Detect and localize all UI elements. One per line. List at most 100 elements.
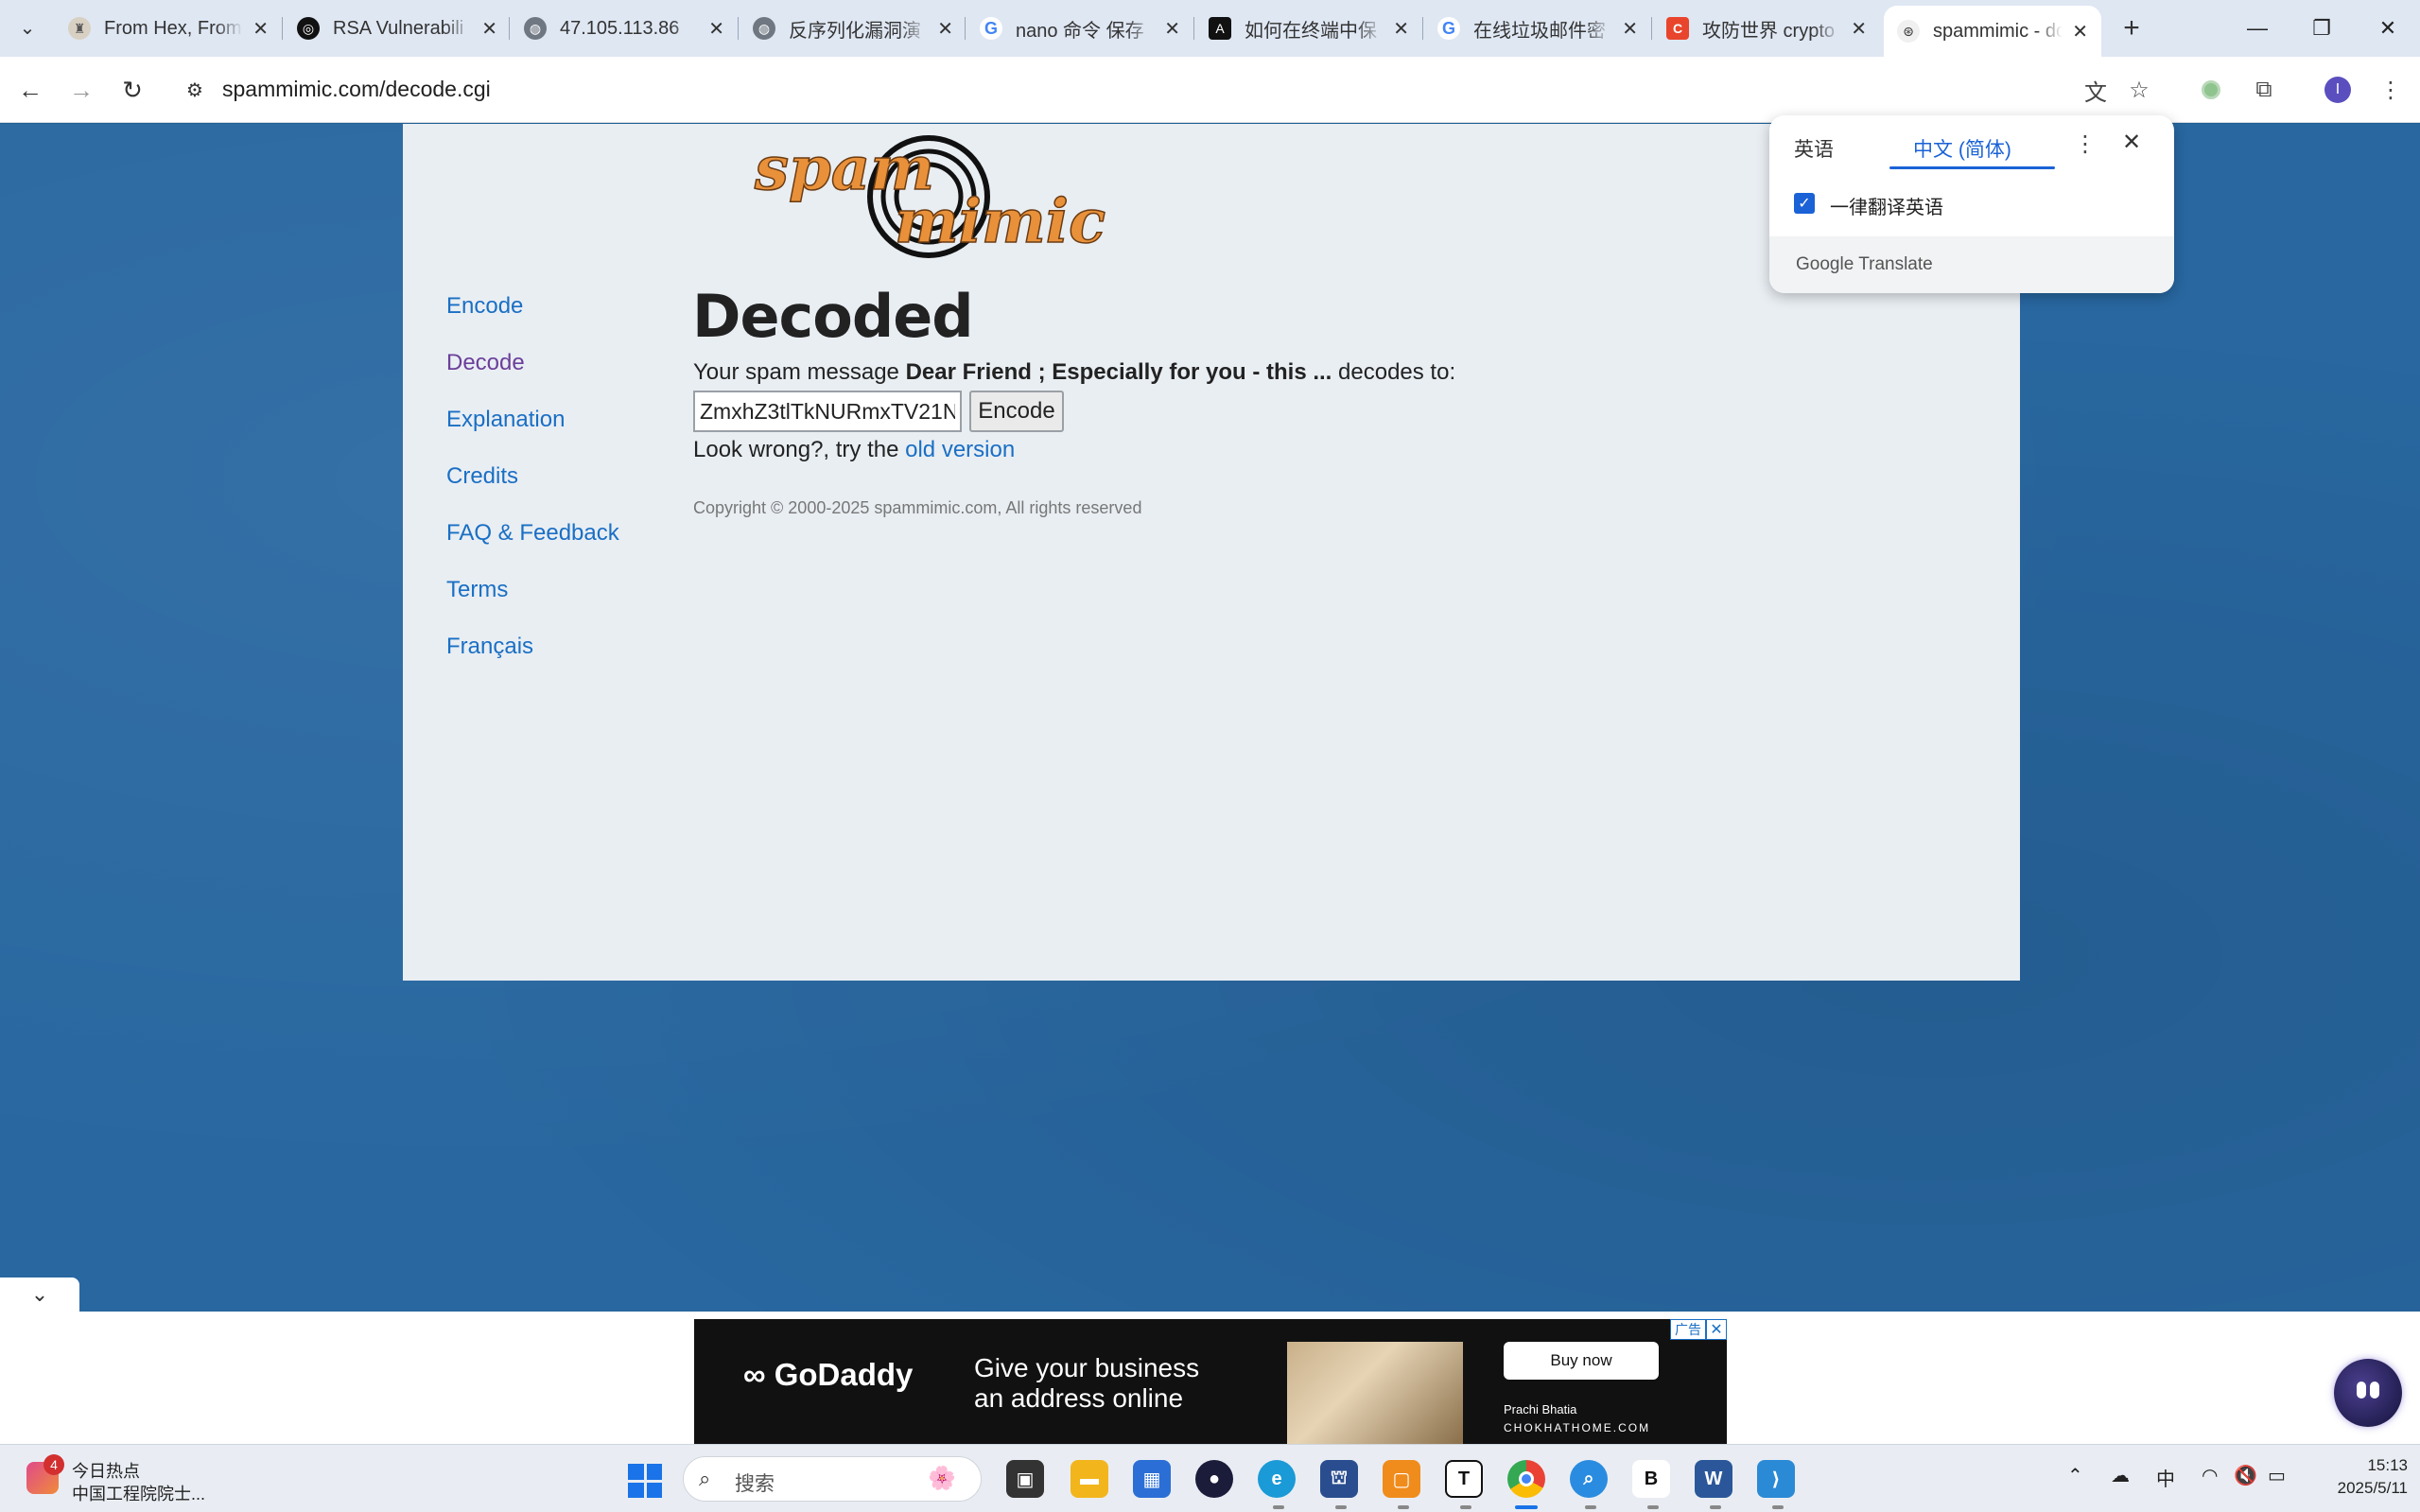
tray-overflow-chevron-icon[interactable]: ⌃ — [2067, 1464, 2083, 1487]
start-button[interactable] — [628, 1464, 662, 1498]
browser-tab-active[interactable]: ⊛ spammimic - dc ✕ — [1884, 6, 2101, 57]
close-icon[interactable]: ✕ — [1851, 17, 1867, 41]
chrome-icon[interactable] — [1507, 1460, 1545, 1498]
close-icon[interactable]: ✕ — [1622, 17, 1638, 41]
translate-close-button[interactable]: ✕ — [2122, 129, 2141, 156]
translate-button[interactable]: 文 — [2077, 71, 2115, 109]
system-clock[interactable]: 15:13 2025/5/11 — [2309, 1454, 2408, 1500]
close-icon[interactable]: ✕ — [708, 17, 724, 41]
a-logo-icon: A — [1209, 17, 1231, 40]
browser-tab[interactable]: ◎ RSA Vulnerabili ✕ — [284, 8, 511, 49]
ad-badge[interactable]: 广告 — [1670, 1319, 1706, 1340]
tab-title: 攻防世界 crypto — [1702, 20, 1836, 42]
tab-separator — [738, 17, 739, 40]
tab-separator — [1651, 17, 1652, 40]
browser-tab[interactable]: G 在线垃圾邮件密 ✕ — [1424, 8, 1651, 49]
taskbar-search[interactable]: ⌕ 搜索 🌸 — [683, 1456, 982, 1502]
forward-button[interactable]: → — [62, 71, 100, 109]
translate-options-button[interactable]: ⋮ — [2074, 130, 2097, 158]
news-widget[interactable]: 4 今日热点 中国工程院院士... — [26, 1454, 216, 1503]
search-app-icon[interactable]: ⌕ — [1570, 1460, 1608, 1498]
ad-collapse-button[interactable]: ⌄ — [0, 1277, 79, 1312]
nav-link-credits[interactable]: Credits — [446, 461, 619, 518]
c-logo-icon: C — [1666, 17, 1689, 40]
close-icon[interactable]: ✕ — [481, 17, 497, 41]
browser-tab[interactable]: ♜ From Hex, From ✕ — [55, 8, 282, 49]
edge-icon[interactable]: e — [1258, 1460, 1296, 1498]
ad-buy-now-button[interactable]: Buy now — [1504, 1342, 1659, 1380]
copyright-notice: Copyright © 2000-2025 spammimic.com, All… — [693, 498, 1142, 517]
close-icon[interactable]: ✕ — [252, 17, 269, 41]
tab-title: 如何在终端中保 — [1245, 20, 1377, 42]
close-icon[interactable]: ✕ — [937, 17, 953, 41]
tab-title: From Hex, From — [104, 17, 242, 39]
browser-tab[interactable]: G nano 命令 保存 ✕ — [966, 8, 1193, 49]
browser-tab[interactable]: ◍ 47.105.113.86 ✕ — [511, 8, 738, 49]
windows-logo-icon — [646, 1482, 662, 1498]
nav-link-terms[interactable]: Terms — [446, 575, 619, 632]
wifi-icon[interactable]: ◠ — [2202, 1464, 2218, 1487]
extension-status-button[interactable] — [2192, 71, 2230, 109]
close-icon: ✕ — [2122, 130, 2142, 155]
tab-target-language[interactable]: 中文 (简体) — [1913, 134, 2011, 163]
onedrive-icon[interactable]: ☁ — [2111, 1464, 2130, 1487]
news-title: 今日热点 — [72, 1462, 140, 1481]
file-explorer-icon[interactable]: ▬ — [1071, 1460, 1108, 1498]
app-orange-icon[interactable]: ▢ — [1383, 1460, 1420, 1498]
bookmark-button[interactable]: ☆ — [2120, 71, 2158, 109]
back-button[interactable]: ← — [11, 71, 49, 109]
extensions-button[interactable]: ⧉ — [2245, 71, 2283, 109]
reload-button[interactable]: ↻ — [113, 71, 151, 109]
task-view-icon[interactable]: ▣ — [1006, 1460, 1044, 1498]
burp-suite-icon[interactable]: B — [1632, 1460, 1670, 1498]
restore-button[interactable]: ❐ — [2289, 0, 2355, 57]
restore-icon: ❐ — [2312, 16, 2331, 40]
site-info-button[interactable]: ⚙ — [178, 73, 212, 107]
assistant-bubble-icon[interactable] — [2334, 1359, 2402, 1427]
ime-indicator[interactable]: 中 — [2156, 1464, 2175, 1491]
word-icon[interactable]: W — [1695, 1460, 1732, 1498]
browser-tab[interactable]: C 攻防世界 crypto ✕ — [1653, 8, 1880, 49]
browser-tab[interactable]: ◍ 反序列化漏洞演 ✕ — [740, 8, 966, 49]
close-window-button[interactable]: ✕ — [2355, 0, 2420, 57]
tab-source-language[interactable]: 英语 — [1794, 134, 1834, 163]
old-version-link[interactable]: old version — [905, 437, 1015, 462]
close-icon[interactable]: ✕ — [1164, 17, 1180, 41]
browser-tab[interactable]: A 如何在终端中保 ✕ — [1195, 8, 1422, 49]
address-bar[interactable]: spammimic.com/decode.cgi — [222, 77, 491, 102]
assistant-app-icon[interactable]: ● — [1195, 1460, 1233, 1498]
chevron-down-icon: ⌄ — [30, 1282, 49, 1306]
tab-title: spammimic - dc — [1933, 20, 2063, 42]
menu-button[interactable]: ⋮ — [2372, 71, 2410, 109]
app-cat-icon[interactable]: ⛫ — [1320, 1460, 1358, 1498]
search-icon: ⌕ — [699, 1467, 711, 1490]
decoded-output-field[interactable] — [693, 391, 962, 432]
nav-link-faq-feedback[interactable]: FAQ & Feedback — [446, 518, 619, 575]
nav-link-decode[interactable]: Decode — [446, 348, 619, 405]
tab-strip: ⌄ ♜ From Hex, From ✕ ◎ RSA Vulnerabili ✕… — [0, 0, 2420, 57]
nav-link-explanation[interactable]: Explanation — [446, 405, 619, 461]
ad-brand-logo: ∞ GoDaddy — [743, 1357, 913, 1393]
spammimic-logo[interactable]: spam mimic — [753, 130, 1122, 272]
microsoft-store-icon[interactable]: ▦ — [1133, 1460, 1171, 1498]
svg-text:mimic: mimic — [895, 186, 1106, 257]
encode-button[interactable]: Encode — [969, 391, 1064, 432]
vscode-icon[interactable]: ⟩ — [1757, 1460, 1795, 1498]
banner-ad[interactable]: ∞ GoDaddy Give your business an address o… — [694, 1319, 1727, 1444]
minimize-button[interactable]: — — [2224, 0, 2290, 57]
always-translate-checkbox[interactable]: ✓ — [1794, 193, 1815, 214]
volume-muted-icon[interactable]: 🔇 — [2234, 1464, 2257, 1487]
new-tab-button[interactable]: + — [2115, 11, 2149, 45]
look-wrong-prefix: Look wrong?, try the — [693, 437, 906, 462]
battery-icon[interactable]: ▭ — [2268, 1464, 2286, 1487]
nav-link-encode[interactable]: Encode — [446, 291, 619, 348]
profile-button[interactable]: I — [2319, 71, 2357, 109]
ad-close-button[interactable]: ✕ — [1706, 1319, 1727, 1340]
running-indicator — [1710, 1505, 1721, 1509]
close-icon[interactable]: ✕ — [1393, 17, 1409, 41]
tab-separator — [1193, 17, 1194, 40]
close-icon[interactable]: ✕ — [2072, 20, 2088, 43]
nav-link-francais[interactable]: Français — [446, 632, 619, 688]
typora-icon[interactable]: T — [1445, 1460, 1483, 1498]
tab-search-button[interactable]: ⌄ — [11, 11, 44, 43]
